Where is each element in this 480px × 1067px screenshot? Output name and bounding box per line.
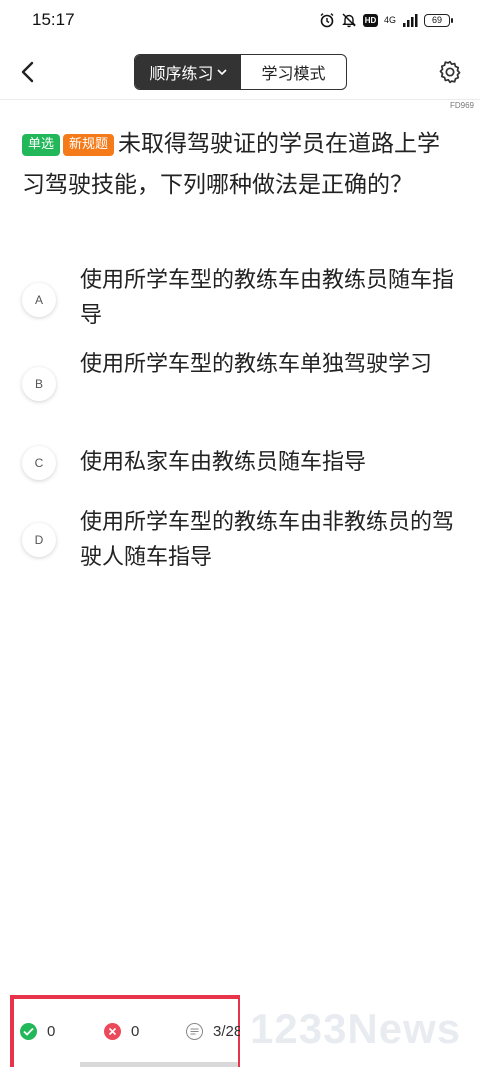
wrong-stat[interactable]: 0: [104, 1023, 139, 1040]
status-bar: 15:17 HD 4G 69: [0, 0, 480, 42]
nav-bar: 顺序练习 学习模式: [0, 46, 480, 100]
tab-study-mode-label: 学习模式: [261, 64, 326, 83]
progress-count: 3/28: [213, 1023, 240, 1040]
option-b-letter: B: [22, 367, 56, 401]
close-icon: [104, 1023, 121, 1040]
option-b-text: 使用所学车型的教练车单独驾驶学习: [80, 352, 433, 377]
tab-sequential-practice[interactable]: 顺序练习: [135, 55, 241, 89]
scroll-handle[interactable]: [80, 1062, 238, 1067]
mode-switch: 顺序练习 学习模式: [134, 54, 347, 90]
progress-stat[interactable]: 3/28: [186, 1023, 240, 1040]
watermark: 1233News: [250, 1005, 462, 1052]
question-code: FD969: [449, 101, 474, 110]
chevron-down-icon: [216, 69, 227, 76]
list-icon: [186, 1023, 203, 1040]
tab-study-mode[interactable]: 学习模式: [241, 55, 346, 89]
signal-icon: [403, 14, 418, 27]
bottom-bar: 0 0 3/28: [0, 995, 240, 1067]
tab-sequential-practice-label: 顺序练习: [149, 64, 214, 83]
new-rule-tag: 新规题: [63, 134, 115, 156]
settings-button[interactable]: [436, 58, 464, 86]
option-a-text: 使用所学车型的教练车由教练员随车指导: [80, 268, 455, 328]
wrong-count: 0: [131, 1023, 140, 1040]
battery-icon: 69: [424, 13, 453, 27]
alarm-icon: [320, 13, 334, 28]
option-a-letter: A: [22, 283, 56, 317]
back-chevron-icon: [21, 61, 34, 83]
option-d-text: 使用所学车型的教练车由非教练员的驾驶人随车指导: [80, 510, 455, 570]
correct-stat[interactable]: 0: [20, 1023, 55, 1040]
option-c-text: 使用私家车由教练员随车指导: [80, 450, 367, 475]
status-time: 15:17: [32, 10, 75, 29]
single-choice-tag: 单选: [22, 134, 61, 156]
check-icon: [20, 1023, 37, 1040]
hd-icon: HD: [362, 13, 378, 27]
gear-icon: [439, 60, 461, 84]
network-type: 4G: [383, 15, 396, 25]
bell-muted-icon: [342, 13, 356, 28]
correct-count: 0: [47, 1023, 56, 1040]
status-icons: HD 4G 69: [319, 12, 453, 28]
back-button[interactable]: [14, 58, 42, 86]
question-stem: 单选 新规题 未取得驾驶证的学员在道路上学习驾驶技能，下列哪种做法是正确的？: [22, 124, 456, 206]
option-d-letter: D: [22, 523, 56, 557]
option-c-letter: C: [22, 446, 56, 480]
